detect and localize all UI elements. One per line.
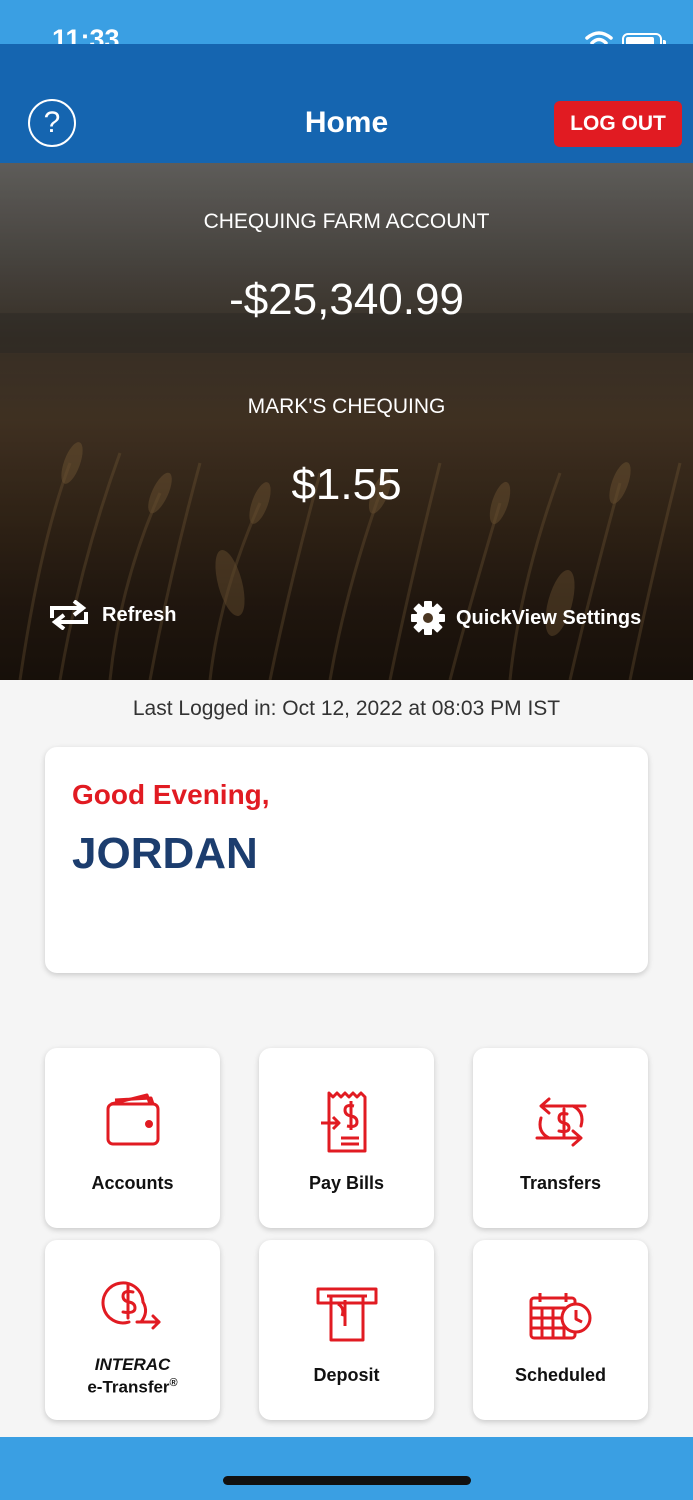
account-balance: -$25,340.99 [229,275,464,324]
account-balance: $1.55 [291,460,402,509]
tile-label: Accounts [91,1173,174,1193]
calendar-clock-icon [473,1290,648,1342]
deposit-tile[interactable]: Deposit [259,1240,434,1420]
quickview-settings-button[interactable]: QuickView Settings [410,600,641,636]
transfers-tile[interactable]: Transfers [473,1048,648,1228]
account-name: MARK'S CHEQUING [247,395,446,418]
quickview-settings-label: QuickView Settings [456,606,642,629]
accounts-tile[interactable]: Accounts [45,1048,220,1228]
greeting-card: Good Evening, JORDAN [45,747,648,973]
refresh-label: Refresh [102,603,177,626]
atm-deposit-icon [259,1286,434,1344]
pay-bills-tile[interactable]: Pay Bills [259,1048,434,1228]
tile-label: Deposit [313,1365,380,1385]
account-name: CHEQUING FARM ACCOUNT [203,210,490,233]
transfer-dollar-icon [473,1090,648,1154]
receipt-dollar-icon [259,1090,434,1154]
gear-icon [410,600,446,636]
dollar-send-icon [45,1276,220,1336]
bottom-bar [0,1437,693,1500]
greeting-salutation: Good Evening, [72,779,270,810]
status-bar: 11:33 [0,0,693,53]
interac-etransfer-tile[interactable]: INTERAC e-Transfer® [45,1240,220,1420]
tile-label: Transfers [519,1173,602,1193]
refresh-button[interactable]: Refresh [46,600,176,630]
refresh-icon [46,600,92,630]
wallet-icon [45,1090,220,1150]
user-name: JORDAN [72,829,258,878]
home-indicator[interactable] [223,1476,471,1485]
tile-label: INTERAC e-Transfer® [87,1355,178,1397]
app-header: ? Home LOG OUT [0,44,693,163]
tile-label: Scheduled [514,1365,607,1385]
tile-label: Pay Bills [308,1173,385,1193]
quickview-panel: CHEQUING FARM ACCOUNT -$25,340.99 MARK'S… [0,163,693,680]
scheduled-tile[interactable]: Scheduled [473,1240,648,1420]
last-login-text: Last Logged in: Oct 12, 2022 at 08:03 PM… [132,697,561,720]
logout-button[interactable]: LOG OUT [554,101,682,147]
